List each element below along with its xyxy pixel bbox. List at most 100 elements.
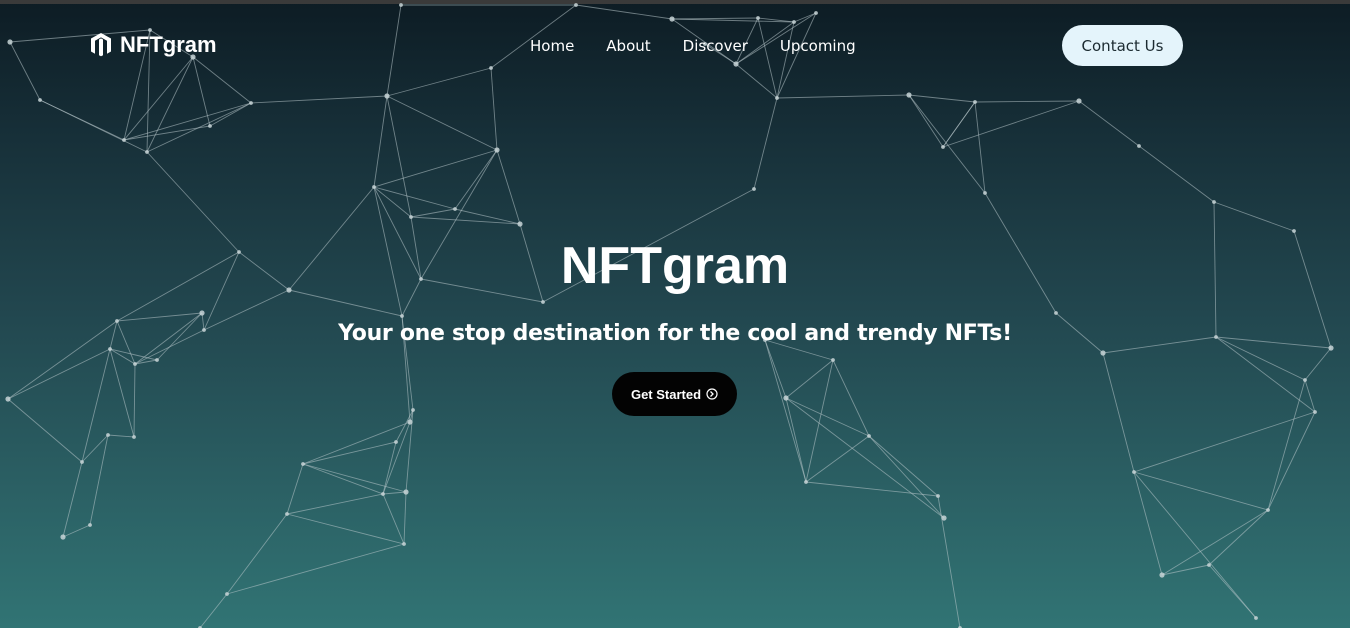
network-link <box>805 481 939 497</box>
network-link <box>454 149 498 210</box>
network-node <box>145 150 149 154</box>
network-link <box>302 421 411 465</box>
network-link <box>496 149 521 225</box>
network-node <box>88 523 92 527</box>
network-link <box>937 495 961 628</box>
network-link <box>908 94 944 148</box>
network-node <box>973 100 977 104</box>
network-link <box>908 94 986 194</box>
network-node <box>409 215 413 219</box>
network-node <box>384 93 390 99</box>
network-node <box>1137 144 1141 148</box>
network-link <box>109 348 158 361</box>
network-link <box>302 463 384 495</box>
network-node <box>400 314 404 318</box>
network-link <box>1078 100 1140 147</box>
network-link <box>1161 564 1210 576</box>
nav-link-upcoming[interactable]: Upcoming <box>780 37 856 55</box>
network-node <box>381 492 385 496</box>
network-link <box>226 513 288 595</box>
network-node <box>867 434 871 438</box>
network-link <box>1138 145 1215 203</box>
network-link <box>286 513 405 545</box>
network-link <box>1161 509 1269 576</box>
network-node <box>5 396 11 402</box>
network-node <box>249 101 253 105</box>
network-link <box>382 491 407 495</box>
network-link <box>382 421 411 495</box>
nav-link-home[interactable]: Home <box>530 37 574 55</box>
network-node <box>494 147 500 153</box>
nav-link-about[interactable]: About <box>606 37 650 55</box>
network-link <box>302 463 407 493</box>
network-node <box>155 358 159 362</box>
network-link <box>7 348 111 400</box>
network-node <box>775 96 779 100</box>
network-link <box>764 339 787 399</box>
network-link <box>89 434 109 526</box>
network-link <box>226 543 405 595</box>
network-link <box>785 397 945 519</box>
network-node <box>831 358 835 362</box>
network-node <box>1292 229 1296 233</box>
network-link <box>908 94 976 103</box>
network-node <box>1100 350 1106 356</box>
network-node <box>301 462 305 466</box>
network-link <box>7 398 83 463</box>
network-link <box>107 434 135 438</box>
network-link <box>373 186 456 210</box>
network-link <box>1102 352 1135 473</box>
network-node <box>983 191 987 195</box>
network-node <box>1132 470 1136 474</box>
network-link <box>1133 471 1257 619</box>
network-link <box>764 339 807 483</box>
hero-title: NFTgram <box>560 237 790 295</box>
network-node <box>208 124 212 128</box>
particle-network-background <box>5 3 1334 628</box>
arrow-circle-right-icon <box>706 388 718 400</box>
network-link <box>974 101 986 194</box>
network-link <box>209 102 252 127</box>
network-node <box>133 362 137 366</box>
network-link <box>1133 471 1163 576</box>
network-node <box>106 433 110 437</box>
network-node <box>407 419 413 425</box>
brand-name: NFTgram <box>120 32 217 57</box>
network-node <box>906 92 912 98</box>
network-node <box>752 187 756 191</box>
network-link <box>133 363 136 438</box>
network-link <box>753 97 778 190</box>
network-link <box>382 441 397 495</box>
network-link <box>123 125 211 141</box>
nav-link-discover[interactable]: Discover <box>683 37 748 55</box>
network-link <box>199 593 228 628</box>
network-link <box>410 208 456 218</box>
network-link <box>1208 509 1269 566</box>
network-link <box>805 435 870 483</box>
network-link <box>286 493 384 515</box>
network-node <box>132 435 136 439</box>
network-node <box>941 515 947 521</box>
brand-logo[interactable]: NFTgram <box>90 32 217 58</box>
network-link <box>39 99 148 153</box>
network-node <box>783 395 789 401</box>
network-link <box>286 463 304 515</box>
network-node <box>804 480 808 484</box>
network-link <box>62 524 91 538</box>
network-node <box>38 98 42 102</box>
contact-us-button[interactable]: Contact Us <box>1062 25 1183 66</box>
network-link <box>403 491 407 545</box>
network-link <box>1215 336 1316 413</box>
network-link <box>62 461 83 538</box>
network-node <box>541 300 545 304</box>
network-node <box>402 542 406 546</box>
network-node <box>372 185 376 189</box>
network-link <box>109 348 135 438</box>
network-node <box>1266 508 1270 512</box>
network-node <box>403 489 409 495</box>
network-link <box>1133 471 1269 511</box>
network-node <box>1313 410 1317 414</box>
network-link <box>386 95 498 151</box>
get-started-button[interactable]: Get Started <box>612 372 737 416</box>
network-link <box>1304 379 1316 413</box>
